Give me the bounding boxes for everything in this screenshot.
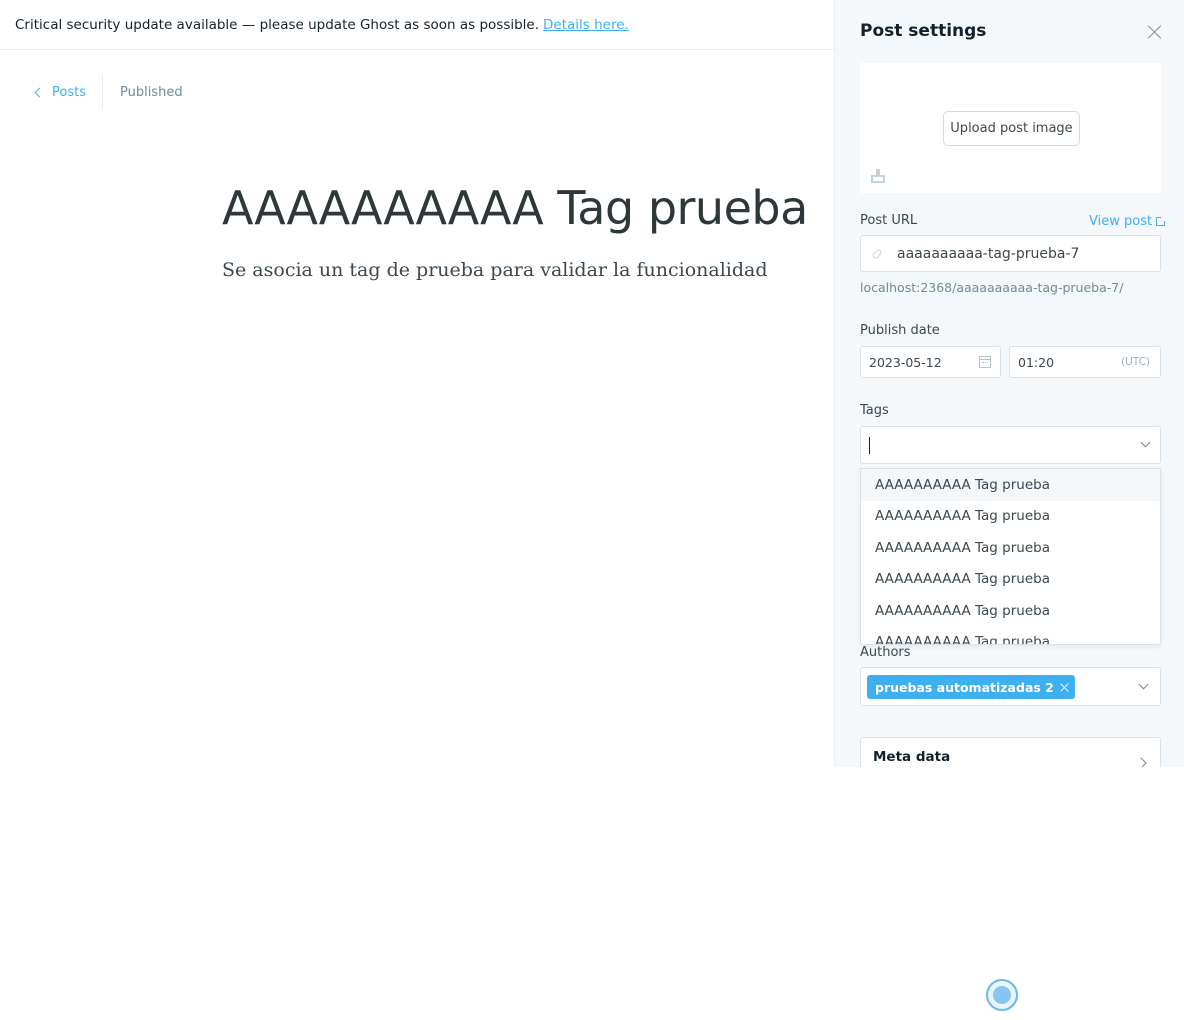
remove-author-icon[interactable] <box>1060 683 1069 692</box>
timezone-label: (UTC) <box>1120 356 1150 368</box>
post-url-input[interactable]: aaaaaaaaaa-tag-prueba-7 <box>860 235 1161 272</box>
post-body[interactable]: Se asocia un tag de prueba para validar … <box>222 259 768 281</box>
post-image-upload: Upload post image <box>860 63 1161 193</box>
post-status: Published <box>119 84 183 100</box>
chevron-down-icon[interactable] <box>1138 679 1149 690</box>
tag-option[interactable]: AAAAAAAAAA Tag prueba <box>861 627 1160 644</box>
post-settings-panel: Post settings Upload post image Post URL… <box>834 0 1184 767</box>
chevron-down-icon[interactable] <box>1140 437 1151 448</box>
author-token-label: pruebas automatizadas 2 <box>875 679 1054 695</box>
update-banner: Critical security update available — ple… <box>0 0 834 50</box>
upload-post-image-button[interactable]: Upload post image <box>943 111 1080 146</box>
chevron-right-icon <box>1135 757 1147 767</box>
meta-data-row[interactable]: Meta data <box>860 737 1161 767</box>
tags-label: Tags <box>860 403 889 418</box>
authors-label: Authors <box>860 645 911 660</box>
post-title[interactable]: AAAAAAAAAA Tag prueba <box>222 181 808 235</box>
post-url-value: aaaaaaaaaa-tag-prueba-7 <box>897 245 1080 262</box>
banner-details-link[interactable]: Details here. <box>543 17 629 33</box>
publish-date-label: Publish date <box>860 323 940 338</box>
tags-input[interactable] <box>860 426 1161 464</box>
publish-time-input[interactable]: 01:20 (UTC) <box>1009 346 1161 378</box>
view-post-label: View post <box>1089 214 1153 229</box>
panel-title: Post settings <box>860 21 987 41</box>
author-token[interactable]: pruebas automatizadas 2 <box>867 675 1075 699</box>
close-icon[interactable] <box>1147 24 1163 40</box>
post-url-full: localhost:2368/aaaaaaaaaa-tag-prueba-7/ <box>860 280 1124 295</box>
calendar-icon[interactable] <box>979 356 991 368</box>
tag-option[interactable]: AAAAAAAAAA Tag prueba <box>861 532 1160 564</box>
publish-date-value: 2023-05-12 <box>869 354 942 370</box>
publish-date-input[interactable]: 2023-05-12 <box>860 346 1001 378</box>
banner-message: Critical security update available — ple… <box>15 16 540 33</box>
cursor-indicator <box>986 979 1018 1011</box>
tag-option[interactable]: AAAAAAAAAA Tag prueba <box>861 564 1160 596</box>
meta-data-label: Meta data <box>873 749 951 765</box>
back-label: Posts <box>52 84 86 100</box>
editor-breadcrumb: Posts Published <box>32 74 183 110</box>
image-icon[interactable] <box>871 169 885 183</box>
link-icon <box>871 247 883 260</box>
back-to-posts-link[interactable]: Posts <box>32 74 103 110</box>
tag-option[interactable]: AAAAAAAAAA Tag prueba <box>861 469 1160 501</box>
authors-input[interactable]: pruebas automatizadas 2 <box>860 667 1161 706</box>
external-link-icon <box>1156 216 1167 226</box>
publish-time-value: 01:20 <box>1018 354 1055 370</box>
tag-option[interactable]: AAAAAAAAAA Tag prueba <box>861 501 1160 533</box>
post-url-label: Post URL <box>860 213 918 228</box>
tag-option[interactable]: AAAAAAAAAA Tag prueba <box>861 595 1160 627</box>
view-post-link[interactable]: View post <box>1089 214 1167 229</box>
text-caret <box>869 437 870 454</box>
tags-dropdown: AAAAAAAAAA Tag prueba AAAAAAAAAA Tag pru… <box>860 468 1161 645</box>
chevron-left-icon <box>34 87 45 97</box>
